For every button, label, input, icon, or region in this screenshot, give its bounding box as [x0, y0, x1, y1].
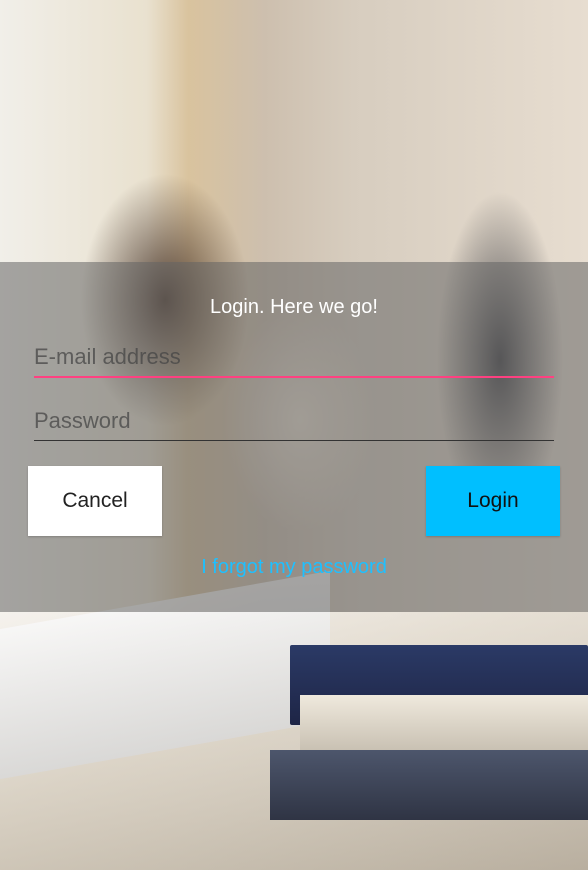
email-field-wrapper — [34, 338, 554, 378]
email-field[interactable] — [34, 338, 554, 376]
login-button[interactable]: Login — [426, 466, 560, 536]
cancel-button[interactable]: Cancel — [28, 466, 162, 536]
password-field[interactable] — [34, 402, 554, 440]
dialog-title: Login. Here we go! — [210, 296, 378, 318]
password-field-wrapper — [34, 402, 554, 441]
book-stack-bottom — [270, 750, 588, 820]
book-stack-pages — [300, 695, 588, 750]
forgot-password-link[interactable]: I forgot my password — [0, 556, 588, 579]
login-dialog: Login. Here we go! Cancel Login I forgot… — [0, 262, 588, 612]
